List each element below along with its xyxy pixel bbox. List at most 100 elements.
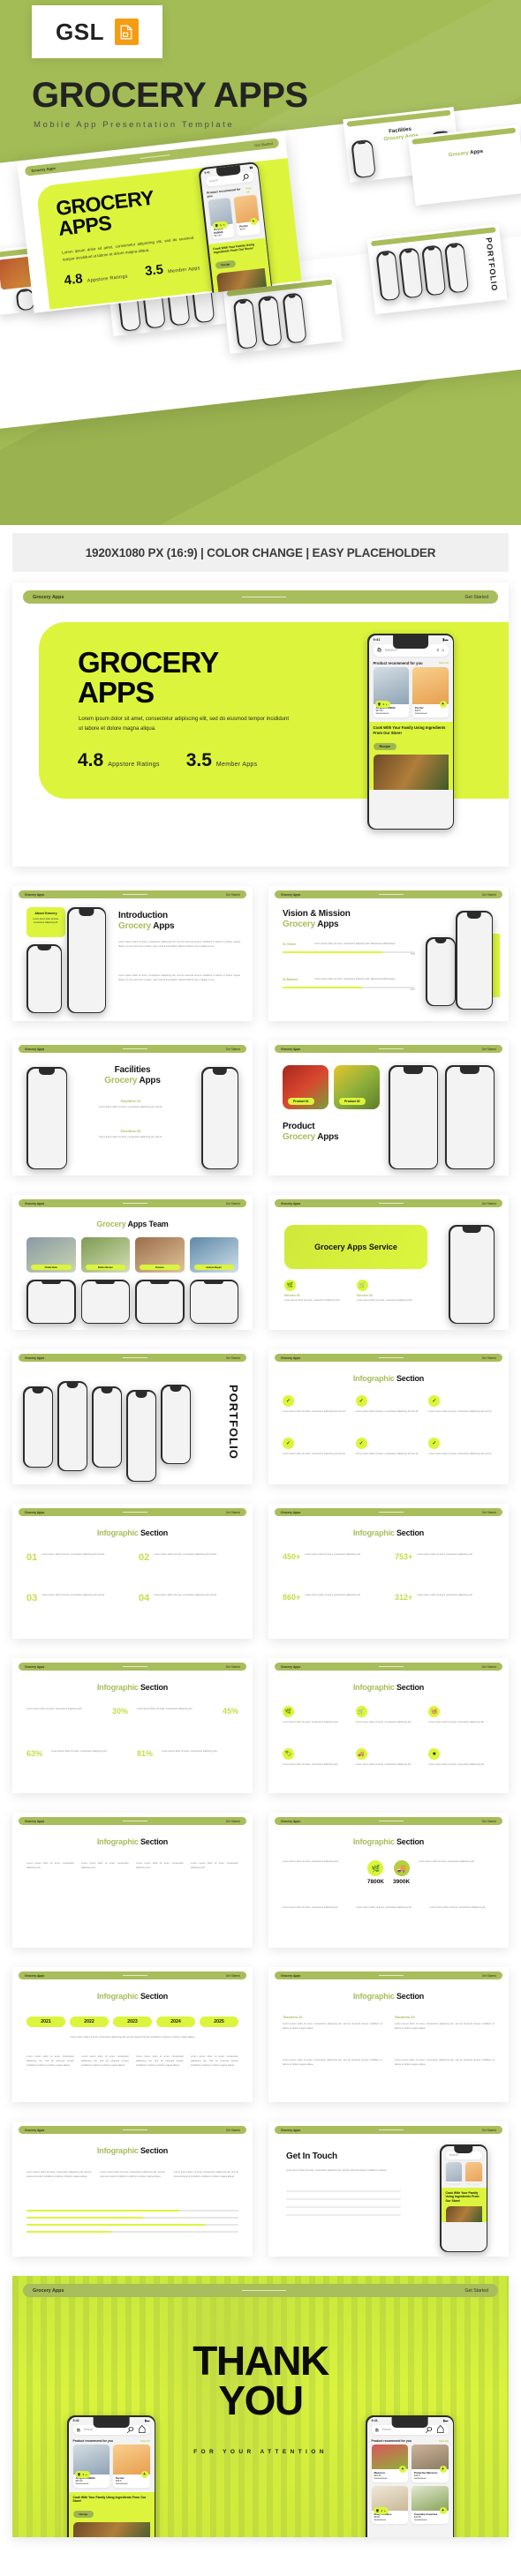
year-pill[interactable]: 2025 (200, 2016, 238, 2027)
add-icon[interactable]: + (140, 2470, 148, 2478)
slide-team[interactable]: Grocery Apps Get Started Grocery Apps Te… (12, 1195, 253, 1330)
slide-infographic-percent-a[interactable]: Grocery Apps Get Started Infographic Sec… (12, 1658, 253, 1793)
slide-infographic-numbers[interactable]: Grocery Apps Get Started Infographic Sec… (12, 1504, 253, 1639)
topbar-brand: Grocery Apps (25, 1664, 45, 1669)
quantity-pill[interactable]: 🗑 1 + (373, 2506, 389, 2514)
add-icon[interactable]: + (249, 217, 258, 225)
slide-thank-you[interactable]: Grocery Apps Get Started THANK YOU FOR Y… (12, 2276, 509, 2537)
search-icon[interactable]: ⌕ (437, 648, 440, 653)
quantity-pill[interactable]: 🗑 1 + (74, 2470, 90, 2478)
team-member[interactable]: Helena Rupari (189, 1237, 238, 1273)
team-member[interactable]: Chiaki Bulu (26, 1237, 76, 1273)
get-started-link[interactable]: Get Started (226, 1048, 240, 1051)
get-started-link[interactable]: Get Started (226, 1665, 240, 1669)
get-started-link[interactable]: Get Started (226, 1511, 240, 1514)
slide-infographic-students[interactable]: Grocery Apps Get Started Infographic Sec… (268, 1967, 509, 2102)
product-card[interactable]: 🗑 1 + ACQUA PANNA $67.90 $67.90 3% off (373, 666, 409, 717)
cart-icon[interactable]: ⌂ (436, 2422, 445, 2437)
product-card[interactable]: 🗑 1 + ACQUA PANNA $67.90 $67.90 3% off (72, 2444, 109, 2488)
product-card[interactable]: + Cupcake Greentea $11.45 $11.45 5% off (412, 2485, 449, 2524)
get-started-link[interactable]: Get Started (482, 1511, 496, 1514)
get-started-link[interactable]: Get Started (482, 1665, 496, 1669)
year-pill[interactable]: 2023 (113, 2016, 152, 2027)
get-started-link[interactable]: Get Started (482, 893, 496, 897)
get-started-link[interactable]: Get Started (464, 595, 488, 600)
brand-logo[interactable]: GSL (32, 5, 162, 58)
slide-portfolio[interactable]: Grocery Apps Get Started PORTFOLIO (12, 1349, 253, 1484)
recipe-button[interactable]: Recipe (215, 259, 237, 270)
view-all-link[interactable]: View All (140, 2439, 150, 2443)
slide-infographic-bars[interactable]: Grocery Apps Get Started Infographic Sec… (12, 2122, 253, 2257)
product-card[interactable]: + Perrier $45.6 (233, 193, 260, 237)
item-text: Lorem ipsum dolor sit amet, consectetur … (283, 1860, 339, 1863)
slide-get-in-touch[interactable]: Grocery Apps Get Started Get In Touch Lo… (268, 2122, 509, 2257)
slanted-slide-grocery[interactable]: Grocery Apps (407, 124, 521, 206)
slide-infographic-1[interactable]: Grocery Apps Get Started Infographic Sec… (268, 1349, 509, 1484)
get-started-link[interactable]: Get Started (254, 141, 273, 147)
check-icon: ✓ (355, 1438, 367, 1449)
year-pill[interactable]: 2021 (26, 2016, 65, 2027)
get-started-link[interactable]: Get Started (482, 1820, 496, 1823)
product-card[interactable]: 🗑 1 + ACQUA PANNA $67.90 (207, 197, 235, 239)
get-started-link[interactable]: Get Started (226, 1820, 240, 1823)
recipe-button[interactable]: Recipe (72, 2511, 94, 2519)
view-all-link[interactable]: View All (245, 185, 255, 193)
get-started-link[interactable]: Get Started (226, 1356, 240, 1360)
slide-title: Infographic Section (12, 1528, 253, 1538)
product-card[interactable]: + Pistachio Macaron $14.8 $14.8 5% off (412, 2444, 449, 2482)
cart-icon[interactable]: ⌂ (442, 648, 444, 653)
year-pill[interactable]: 2024 (156, 2016, 195, 2027)
slide-infographic-percent-b[interactable]: Grocery Apps Get Started Infographic Sec… (268, 1658, 509, 1793)
phone-mockup (443, 242, 470, 294)
slide-infographic-big-numbers[interactable]: Grocery Apps Get Started Infographic Sec… (268, 1813, 509, 1948)
team-member[interactable]: Delara Biruan (80, 1237, 130, 1273)
product-card[interactable] (445, 2161, 462, 2183)
slide-infographic-timeline[interactable]: Grocery Apps Get Started Infographic Sec… (12, 1967, 253, 2102)
phone-mockup (282, 292, 307, 344)
topbar-brand: Grocery Apps (25, 1510, 45, 1514)
quantity-pill[interactable]: 🗑 1 + (374, 700, 390, 708)
year-pill[interactable]: 2022 (70, 2016, 109, 2027)
get-started-link[interactable]: Get Started (464, 2288, 488, 2294)
product-card[interactable]: + Perrier $45.6 $45.6 5% off (113, 2444, 150, 2488)
team-member[interactable]: Fanasta (135, 1237, 185, 1273)
percent-row: 63% Lorem ipsum dolor sit amet, consecte… (26, 1750, 238, 1758)
get-started-link[interactable]: Get Started (226, 893, 240, 897)
get-started-link[interactable]: Get Started (226, 1202, 240, 1205)
get-started-link[interactable]: Get Started (482, 1048, 496, 1051)
slide-facilities[interactable]: Grocery Apps Get Started Facilities Groc… (12, 1040, 253, 1175)
info-banner-text: 1920X1080 PX (16:9) | COLOR CHANGE | EAS… (85, 545, 436, 560)
cart-icon[interactable]: ⌂ (138, 2422, 147, 2437)
get-started-link[interactable]: Get Started (482, 2129, 496, 2132)
product-card[interactable]: + Macaron $15.40 $15.40 5% off (371, 2444, 408, 2482)
get-started-link[interactable]: Get Started (226, 2129, 240, 2132)
add-icon[interactable]: + (399, 2465, 406, 2473)
featured-cover-slide[interactable]: Grocery Apps Get Started GROCERY APPS Lor… (17, 131, 302, 313)
add-icon[interactable]: + (439, 700, 447, 708)
slide-infographic-columns[interactable]: Grocery Apps Get Started Infographic Sec… (12, 1813, 253, 1948)
recipe-button[interactable]: Recipe (373, 742, 396, 750)
product-card[interactable] (465, 2161, 482, 2183)
add-icon[interactable]: + (439, 2506, 447, 2514)
view-all-link[interactable]: View All (439, 661, 449, 665)
product-badge: Product 02 (339, 1098, 366, 1105)
slide-product[interactable]: Grocery Apps Get Started Product 01 Prod… (268, 1040, 509, 1175)
add-icon[interactable]: + (439, 2465, 447, 2473)
slide-vision-mission[interactable]: Grocery Apps Get Started Vision & Missio… (268, 886, 509, 1021)
get-started-link[interactable]: Get Started (482, 1356, 496, 1360)
slide-title-dark: Section (396, 1374, 425, 1383)
slide-service[interactable]: Grocery Apps Get Started Grocery Apps Se… (268, 1195, 509, 1330)
view-all-link[interactable]: View All (439, 2439, 449, 2443)
item-text: Lorem ipsum dolor sit amet, consectetur … (26, 1862, 74, 1869)
topbar-divider (123, 1512, 147, 1513)
get-started-link[interactable]: Get Started (482, 1974, 496, 1978)
slide-introduction[interactable]: Grocery Apps Get Started About Grocery L… (12, 886, 253, 1021)
get-started-link[interactable]: Get Started (226, 1974, 240, 1978)
slanted-slide-portfolio[interactable]: PORTFOLIO (366, 223, 508, 315)
product-card[interactable]: 🗑 1 + Milky Cookies $8.90 $8.90 5% off (371, 2485, 408, 2524)
slide-cover-large[interactable]: Grocery Apps Get Started GROCERY APPS Lo… (12, 582, 509, 867)
get-started-link[interactable]: Get Started (482, 1202, 496, 1205)
slide-infographic-counts[interactable]: Grocery Apps Get Started Infographic Sec… (268, 1504, 509, 1639)
product-card[interactable]: + Perrier $45.6 $45.6 5% off (412, 666, 449, 717)
slide-title-dark: Section (396, 1992, 425, 2001)
